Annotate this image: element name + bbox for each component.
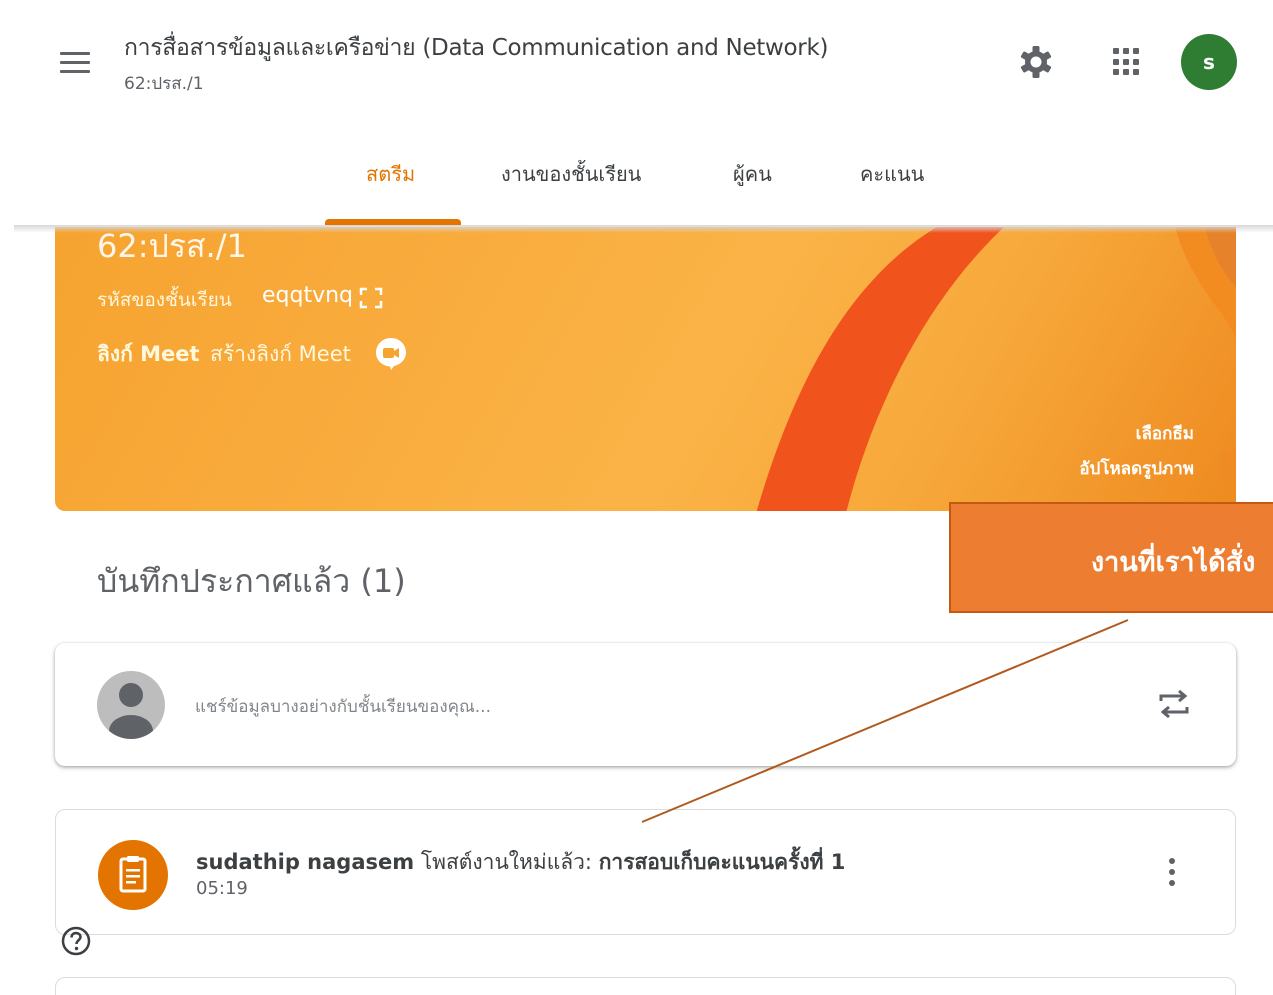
header-shadow	[14, 225, 1273, 233]
annotation-callout-text: งานที่เราได้สั่ง	[1091, 547, 1256, 578]
class-section: 62:ปรส./1	[124, 74, 204, 94]
create-meet-link[interactable]: สร้างลิงก์ Meet	[210, 338, 351, 371]
more-vert-icon	[1169, 858, 1175, 864]
share-announcement-card[interactable]: แชร์ข้อมูลบางอย่างกับชั้นเรียนของคุณ...	[55, 643, 1236, 766]
repost-icon[interactable]	[1153, 683, 1195, 725]
assignment-icon	[98, 840, 168, 910]
class-code: eqqtvnq	[262, 283, 354, 308]
select-theme-link[interactable]: เลือกธีม	[1136, 420, 1194, 447]
post-title: การสอบเก็บคะแนนครั้งที่ 1	[598, 850, 846, 874]
class-settings-button[interactable]	[1014, 40, 1058, 84]
post-action: โพสต์งานใหม่แล้ว:	[414, 850, 599, 874]
assignment-post-card[interactable]: sudathip nagasem โพสต์งานใหม่แล้ว: การสอ…	[55, 809, 1236, 935]
post-headline[interactable]: sudathip nagasem โพสต์งานใหม่แล้ว: การสอ…	[196, 846, 845, 879]
saved-announcements-heading[interactable]: บันทึกประกาศแล้ว (1)	[97, 556, 406, 607]
help-icon[interactable]	[60, 925, 92, 957]
hamburger-menu-icon	[60, 52, 90, 55]
meet-link-label: ลิงก์ Meet	[97, 342, 200, 366]
class-code-label: รหัสของชั้นเรียน	[97, 289, 232, 311]
tab-classwork[interactable]: งานของชั้นเรียน	[501, 158, 641, 190]
tab-grades[interactable]: คะแนน	[860, 158, 924, 190]
video-camera-icon[interactable]	[373, 335, 409, 371]
class-banner: 62:ปรส./1 รหัสของชั้นเรียน eqqtvnq ลิงก์…	[55, 227, 1236, 511]
more-options-button[interactable]	[1160, 854, 1184, 890]
main-menu-button[interactable]	[58, 48, 94, 78]
share-input[interactable]: แชร์ข้อมูลบางอย่างกับชั้นเรียนของคุณ...	[195, 693, 491, 720]
fullscreen-icon[interactable]	[359, 287, 383, 309]
post-author: sudathip nagasem	[196, 850, 415, 874]
person-icon	[109, 683, 153, 739]
apps-grid-icon	[1113, 48, 1141, 76]
next-post-card[interactable]	[55, 977, 1236, 995]
tab-stream[interactable]: สตรีม	[366, 158, 415, 190]
tab-people[interactable]: ผู้คน	[733, 158, 772, 190]
gear-icon	[1020, 46, 1052, 78]
banner-class-name: 62:ปรส./1	[97, 227, 247, 265]
class-title[interactable]: การสื่อสารข้อมูลและเครือข่าย (Data Commu…	[124, 30, 828, 66]
google-apps-button[interactable]	[1107, 42, 1147, 82]
upload-photo-link[interactable]: อัปโหลดรูปภาพ	[1079, 455, 1194, 482]
post-time: 05:19	[196, 878, 248, 899]
annotation-callout: งานที่เราได้สั่ง	[949, 502, 1273, 613]
account-avatar[interactable]: s	[1181, 34, 1237, 90]
user-avatar	[97, 671, 165, 739]
